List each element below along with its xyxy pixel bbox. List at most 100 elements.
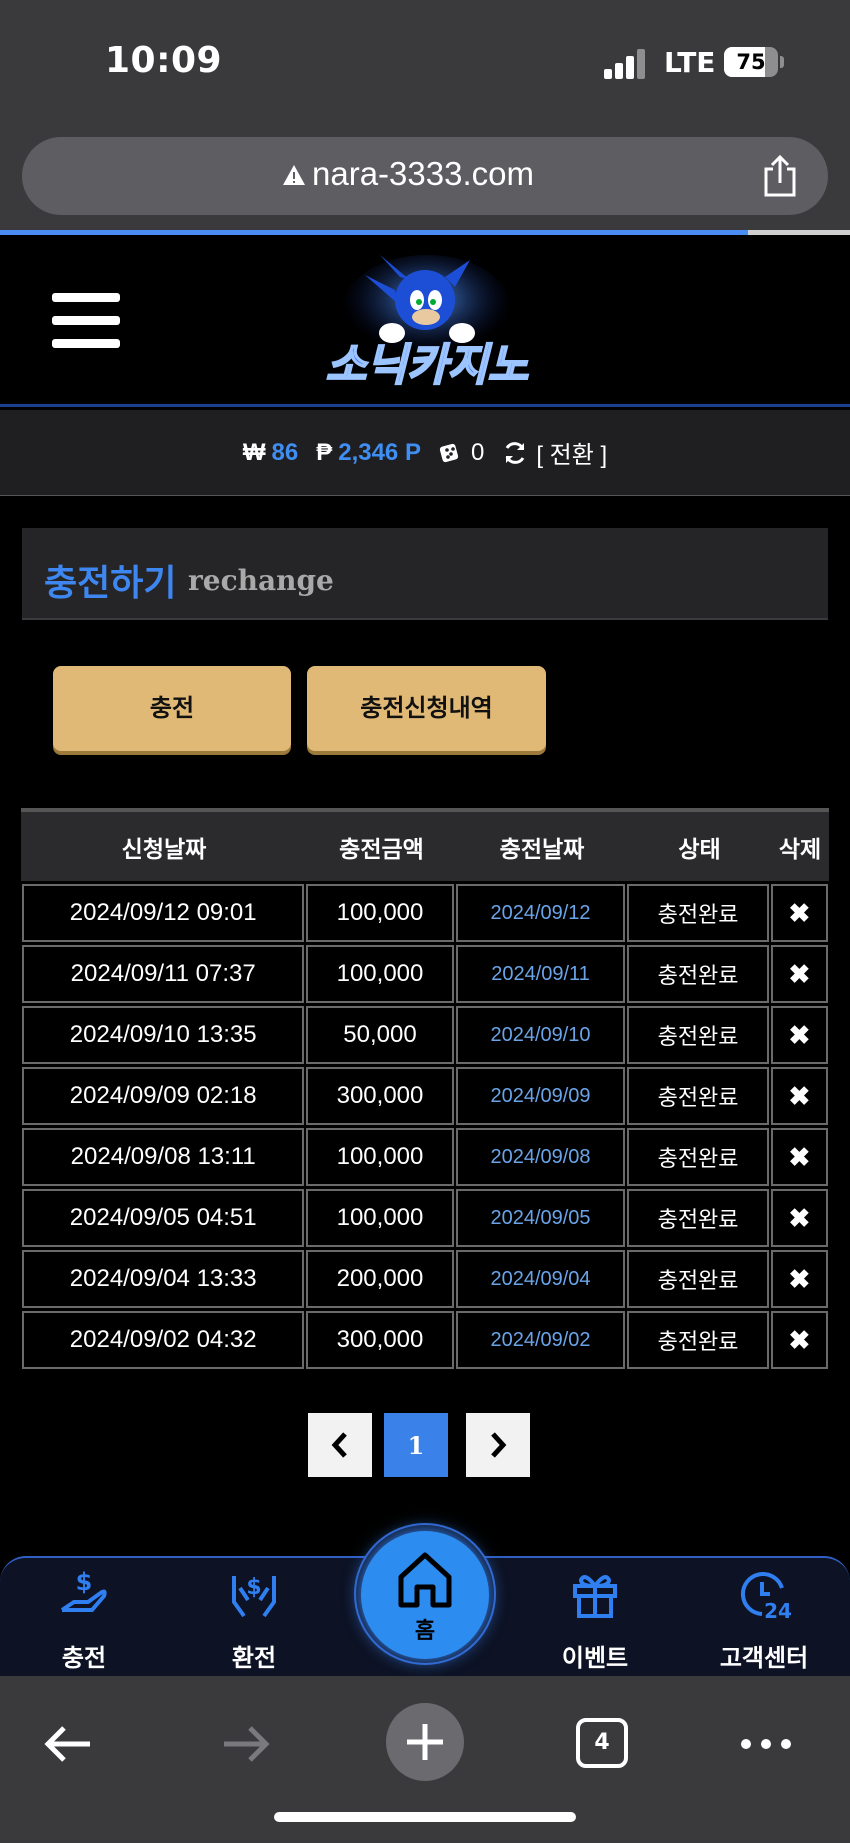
- table-row: 2024/09/10 13:35 50,000 2024/09/10 충전완료 ✖: [21, 1003, 829, 1064]
- battery-icon: 75: [724, 47, 778, 77]
- cell-amount: 300,000: [306, 1067, 454, 1125]
- header-amount: 충전금액: [339, 836, 424, 863]
- table-row: 2024/09/11 07:37 100,000 2024/09/11 충전완료 ✖: [21, 942, 829, 1003]
- cell-charge-date: 2024/09/02: [455, 1311, 626, 1369]
- point-balance: ₱ 2,346 P: [316, 439, 421, 467]
- cell-request-date: 2024/09/09 02:18: [22, 1067, 305, 1125]
- cell-request-date: 2024/09/02 04:32: [22, 1311, 305, 1369]
- forward-arrow-icon[interactable]: [218, 1716, 274, 1772]
- plus-icon: [407, 1724, 443, 1760]
- home-icon: [398, 1552, 452, 1608]
- nav-home-label: 홈: [414, 1619, 436, 1644]
- header-delete: 삭제: [778, 836, 822, 863]
- charge-hand-icon: $: [60, 1568, 107, 1612]
- signal-icon: [604, 49, 648, 79]
- cell-request-date: 2024/09/10 13:35: [22, 1006, 305, 1064]
- gift-icon: [573, 1575, 617, 1618]
- nav-home[interactable]: 홈: [361, 1531, 489, 1659]
- cell-amount: 100,000: [306, 945, 454, 1003]
- cell-charge-date: 2024/09/12: [455, 884, 626, 942]
- chip-balance: 0: [439, 439, 484, 467]
- cell-status: 충전완료: [627, 1067, 769, 1125]
- svg-text:$: $: [246, 1575, 261, 1600]
- delete-icon[interactable]: ✖: [770, 1311, 828, 1369]
- tabs-button[interactable]: 4: [576, 1718, 628, 1768]
- point-icon: ₱: [316, 438, 333, 466]
- cell-request-date: 2024/09/04 13:33: [22, 1250, 305, 1308]
- cell-amount: 50,000: [306, 1006, 454, 1064]
- cell-amount: 100,000: [306, 884, 454, 942]
- table-row: 2024/09/08 13:11 100,000 2024/09/08 충전완료 ✖: [21, 1125, 829, 1186]
- cell-charge-date: 2024/09/09: [455, 1067, 626, 1125]
- new-tab-button[interactable]: [386, 1703, 464, 1781]
- table-row: 2024/09/02 04:32 300,000 2024/09/02 충전완료 ✖: [21, 1308, 829, 1369]
- table-row: 2024/09/09 02:18 300,000 2024/09/09 충전완료 ✖: [21, 1064, 829, 1125]
- won-icon: ₩: [242, 438, 266, 466]
- prev-page-button[interactable]: [308, 1413, 372, 1477]
- svg-text:24: 24: [764, 1599, 792, 1622]
- chip-value: 0: [470, 438, 485, 466]
- nav-event[interactable]: 이벤트: [535, 1558, 655, 1678]
- chevron-right-icon: [491, 1432, 507, 1458]
- support-24h-icon: 24: [740, 1572, 792, 1622]
- cell-status: 충전완료: [627, 1311, 769, 1369]
- nav-exchange[interactable]: $ 환전: [194, 1558, 314, 1678]
- table-row: 2024/09/05 04:51 100,000 2024/09/05 충전완료 ✖: [21, 1186, 829, 1247]
- nav-support-label: 고객센터: [719, 1644, 809, 1672]
- table-header: 신청날짜 충전금액 충전날짜 상태 삭제: [21, 808, 829, 881]
- svg-text:$: $: [76, 1568, 93, 1596]
- nav-support[interactable]: 24 고객센터: [704, 1558, 824, 1678]
- cash-balance: ₩ 86: [243, 439, 298, 467]
- cell-request-date: 2024/09/12 09:01: [22, 884, 305, 942]
- table-body: 2024/09/12 09:01 100,000 2024/09/12 충전완료 ✖ 20…: [21, 881, 829, 1369]
- delete-icon[interactable]: ✖: [770, 1250, 828, 1308]
- delete-icon[interactable]: ✖: [770, 1128, 828, 1186]
- point-value: 2,346 P: [338, 438, 421, 466]
- delete-icon[interactable]: ✖: [770, 1006, 828, 1064]
- warning-icon: [283, 165, 305, 185]
- cell-charge-date: 2024/09/11: [455, 945, 626, 1003]
- convert-label: [ 전환 ]: [536, 442, 608, 469]
- charge-table: 신청날짜 충전금액 충전날짜 상태 삭제 2024/09/12 09:01 100…: [21, 808, 829, 1369]
- page-1-button[interactable]: 1: [384, 1413, 448, 1477]
- cell-amount: 100,000: [306, 1128, 454, 1186]
- cell-charge-date: 2024/09/05: [455, 1189, 626, 1247]
- charge-history-button[interactable]: 충전신청내역: [307, 666, 546, 751]
- cash-value: 86: [271, 438, 299, 466]
- url-bar[interactable]: nara-3333.com: [22, 137, 828, 215]
- convert-button[interactable]: [ 전환 ]: [502, 435, 607, 470]
- cell-charge-date: 2024/09/10: [455, 1006, 626, 1064]
- back-arrow-icon[interactable]: [40, 1716, 96, 1772]
- browser-chrome: 10:09 LTE 75 nara-3333.com: [0, 0, 850, 232]
- cell-status: 충전완료: [627, 1250, 769, 1308]
- menu-icon[interactable]: [52, 293, 120, 349]
- charge-button[interactable]: 충전: [53, 666, 291, 751]
- cell-amount: 100,000: [306, 1189, 454, 1247]
- cell-amount: 200,000: [306, 1250, 454, 1308]
- delete-icon[interactable]: ✖: [770, 1189, 828, 1247]
- delete-icon[interactable]: ✖: [770, 1067, 828, 1125]
- status-time: 10:09: [105, 40, 223, 81]
- url-text: nara-3333.com: [312, 155, 534, 192]
- delete-icon[interactable]: ✖: [770, 884, 828, 942]
- cell-amount: 300,000: [306, 1311, 454, 1369]
- next-page-button[interactable]: [466, 1413, 530, 1477]
- cell-status: 충전완료: [627, 1006, 769, 1064]
- cell-charge-date: 2024/09/04: [455, 1250, 626, 1308]
- network-type: LTE: [664, 46, 716, 79]
- table-row: 2024/09/12 09:01 100,000 2024/09/12 충전완료 ✖: [21, 881, 829, 942]
- dice-icon: [439, 443, 459, 462]
- battery-tip: [780, 56, 784, 68]
- refresh-icon: [505, 441, 525, 464]
- nav-charge[interactable]: $ 충전: [24, 1558, 144, 1678]
- site-logo[interactable]: 소닉카지노: [295, 255, 560, 395]
- share-icon[interactable]: [760, 155, 800, 197]
- header-status: 상태: [678, 836, 721, 863]
- chevron-left-icon: [331, 1432, 347, 1458]
- cell-request-date: 2024/09/08 13:11: [22, 1128, 305, 1186]
- site-header: 소닉카지노: [0, 235, 850, 407]
- delete-icon[interactable]: ✖: [770, 945, 828, 1003]
- cell-status: 충전완료: [627, 884, 769, 942]
- page-subtitle: rechange: [188, 564, 334, 597]
- more-icon[interactable]: [738, 1716, 794, 1772]
